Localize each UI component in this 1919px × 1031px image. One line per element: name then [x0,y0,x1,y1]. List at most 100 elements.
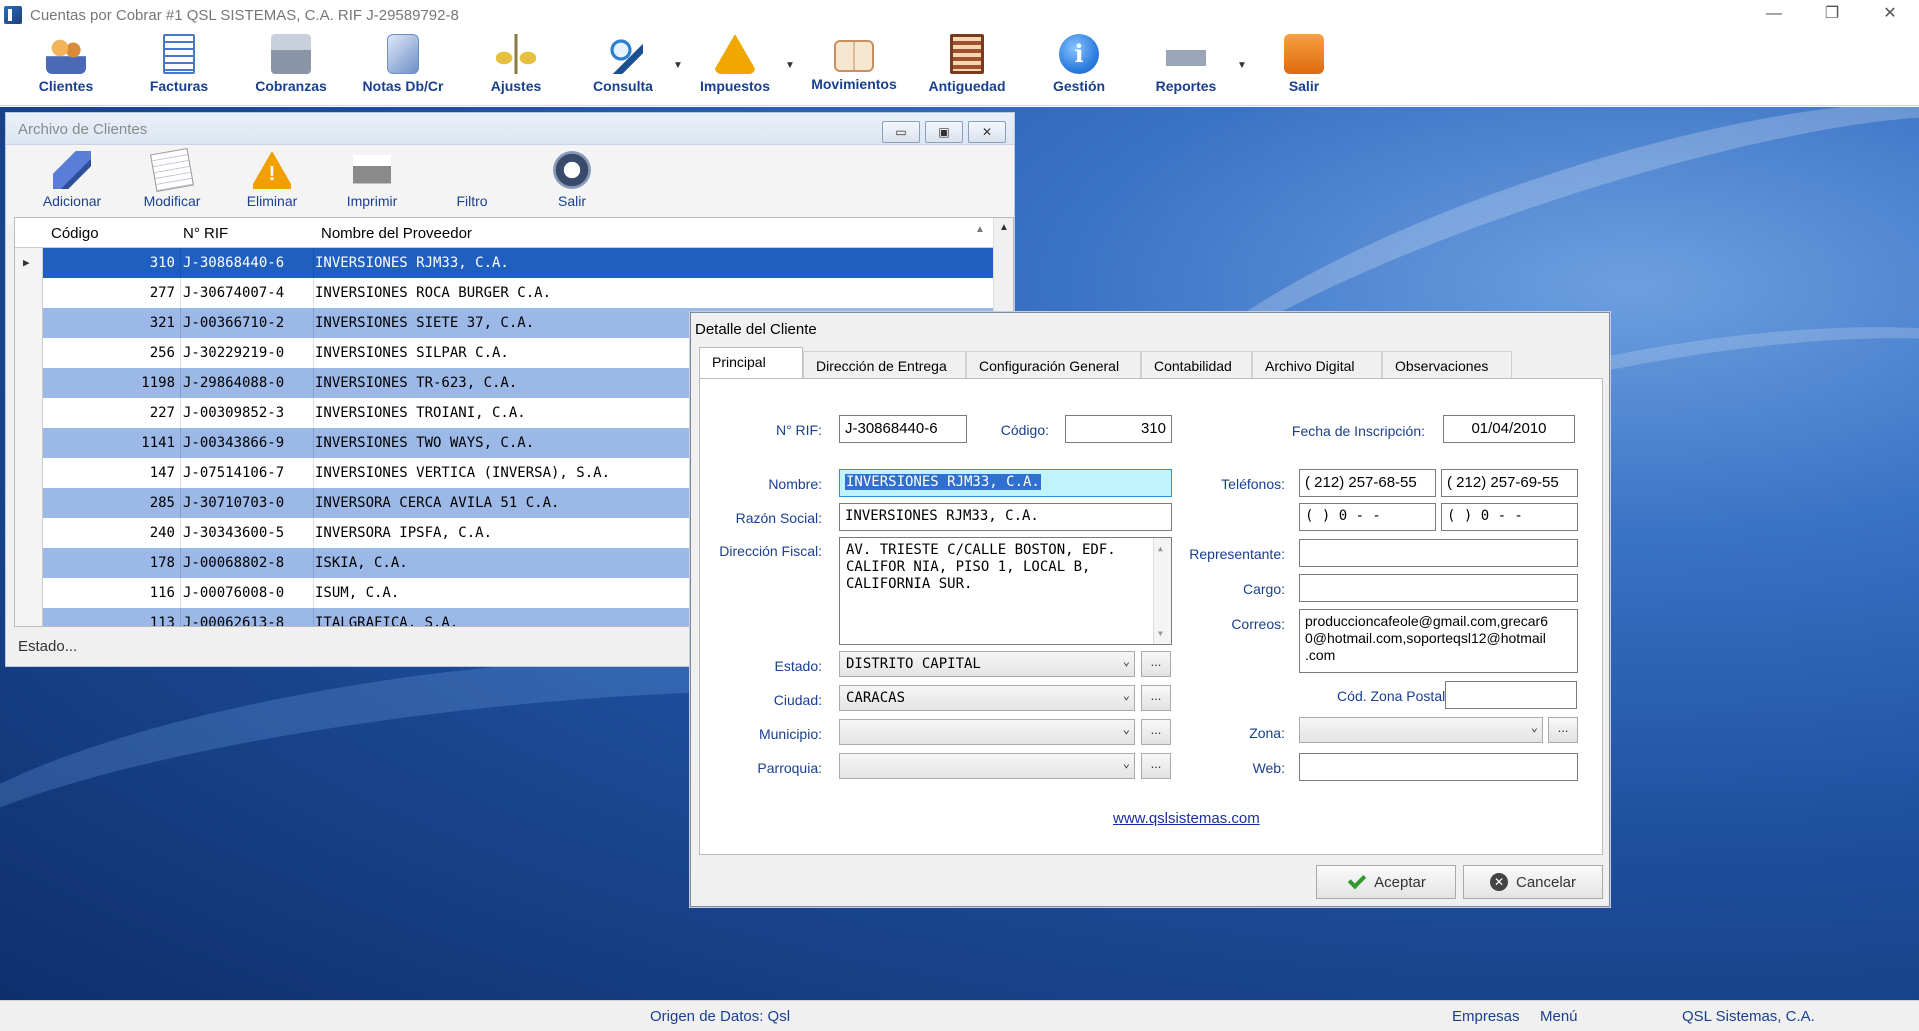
row-indicator[interactable] [15,428,43,458]
row-indicator[interactable] [15,278,43,308]
cargo-field[interactable] [1299,574,1578,602]
consulta-dropdown-arrow[interactable]: ▼ [673,60,683,71]
toolbar-reportes-button[interactable]: Reportes [1136,34,1236,100]
reportes-dropdown-arrow[interactable]: ▼ [1237,60,1247,71]
row-indicator[interactable]: ▶ [15,248,43,278]
municipio-select[interactable]: ⌄ [839,719,1135,745]
telefono-1-field[interactable]: ( 212) 257-68-55 [1299,469,1436,497]
cell-codigo: 227 [149,405,175,421]
row-indicator[interactable] [15,608,43,626]
scale-icon [496,34,536,74]
column-header-codigo[interactable]: Código [51,225,99,242]
representante-label: Representante: [1189,546,1285,562]
table-row[interactable]: ▶ 310 J-30868440-6 INVERSIONES RJM33, C.A. [15,248,995,278]
zona-lookup-button[interactable]: ... [1548,717,1578,743]
toolbar-clientes-button[interactable]: Clientes [16,34,116,100]
municipio-lookup-button[interactable]: ... [1141,719,1171,745]
website-link[interactable]: www.qslsistemas.com [1113,810,1260,827]
row-indicator[interactable] [15,458,43,488]
toolbar-facturas-button[interactable]: Facturas [129,34,229,100]
razon-social-field[interactable]: INVERSIONES RJM33, C.A. [839,503,1172,531]
parroquia-select[interactable]: ⌄ [839,753,1135,779]
tab-configuracion-general[interactable]: Configuración General [966,351,1141,379]
cancelar-button[interactable]: ✕ Cancelar [1463,865,1603,899]
imprimir-button[interactable]: Imprimir [332,151,412,209]
filtro-button[interactable]: Filtro [432,151,512,209]
zona-select[interactable]: ⌄ [1299,717,1543,743]
row-indicator[interactable] [15,518,43,548]
row-indicator[interactable] [15,548,43,578]
cell-rif: J-30229219-0 [183,345,285,361]
toolbar-notas-button[interactable]: Notas Db/Cr [353,34,453,100]
correos-field[interactable]: produccioncafeole@gmail.com,grecar6 0@ho… [1299,609,1578,673]
estado-label: Estado: [774,658,822,674]
tab-observaciones[interactable]: Observaciones [1382,351,1512,379]
codigo-field[interactable]: 310 [1065,415,1172,443]
toolbar-consulta-button[interactable]: Consulta [573,34,673,100]
adicionar-button[interactable]: Adicionar [32,151,112,209]
row-indicator[interactable] [15,398,43,428]
toolbar-gestion-button[interactable]: i Gestión [1029,34,1129,100]
fecha-inscripcion-field[interactable]: 01/04/2010 [1443,415,1575,443]
toolbar-cobranzas-button[interactable]: Cobranzas [241,34,341,100]
estado-lookup-button[interactable]: ... [1141,651,1171,677]
codigo-label: Código: [1000,422,1049,438]
close-button[interactable]: ✕ [1861,0,1919,30]
invoice-icon [163,34,195,74]
row-indicator[interactable] [15,308,43,338]
restore-button[interactable]: ❐ [1803,0,1861,30]
row-indicator[interactable] [15,368,43,398]
clients-salir-button[interactable]: Salir [532,151,612,209]
row-indicator[interactable] [15,488,43,518]
rif-field[interactable]: J-30868440-6 [839,415,967,443]
razon-social-label: Razón Social: [735,510,822,526]
toolbar-movimientos-button[interactable]: Movimientos [804,34,904,100]
telefono-2-field[interactable]: ( 212) 257-69-55 [1441,469,1578,497]
aceptar-button[interactable]: Aceptar [1316,865,1456,899]
company-name: QSL Sistemas, C.A. [1682,1008,1815,1025]
telefono-3-field[interactable]: ( ) 0 - - [1299,503,1436,531]
minimize-button[interactable]: — [1745,0,1803,30]
empresas-link[interactable]: Empresas [1452,1008,1520,1025]
web-field[interactable] [1299,753,1578,781]
direccion-scrollbar[interactable] [1153,538,1171,644]
column-header-rif[interactable]: N° RIF [183,225,228,242]
cancel-icon: ✕ [1489,873,1508,891]
clients-close-button[interactable]: ✕ [968,121,1006,143]
telefono-4-field[interactable]: ( ) 0 - - [1441,503,1578,531]
direccion-fiscal-field[interactable]: AV. TRIESTE C/CALLE BOSTON, EDF. CALIFOR… [839,537,1172,645]
info-icon: i [1059,34,1099,74]
toolbar-antiguedad-button[interactable]: Antiguedad [917,34,1017,100]
toolbar-ajustes-button[interactable]: Ajustes [466,34,566,100]
cell-rif: J-00309852-3 [183,405,285,421]
ciudad-select[interactable]: CARACAS ⌄ [839,685,1135,711]
nombre-field[interactable]: INVERSIONES RJM33, C.A. [839,469,1172,497]
impuestos-dropdown-arrow[interactable]: ▼ [785,60,795,71]
zona-postal-label: Cód. Zona Postal : [1337,688,1453,704]
funnel-icon [453,151,491,189]
tab-archivo-digital[interactable]: Archivo Digital [1252,351,1382,379]
ciudad-lookup-button[interactable]: ... [1141,685,1171,711]
column-header-nombre[interactable]: Nombre del Proveedor [321,225,472,242]
row-indicator[interactable] [15,578,43,608]
zona-postal-field[interactable] [1445,681,1577,709]
tab-contabilidad[interactable]: Contabilidad [1141,351,1252,379]
representante-field[interactable] [1299,539,1578,567]
cell-codigo: 1198 [141,375,175,391]
data-source-text: Origen de Datos: Qsl [650,1008,791,1025]
tab-direccion-entrega[interactable]: Dirección de Entrega [803,351,966,379]
scroll-up-icon[interactable]: ▲ [999,222,1009,233]
toolbar-impuestos-button[interactable]: Impuestos [685,34,785,100]
menu-link[interactable]: Menú [1540,1008,1578,1025]
estado-select[interactable]: DISTRITO CAPITAL ⌄ [839,651,1135,677]
modificar-button[interactable]: Modificar [132,147,212,209]
eliminar-button[interactable]: ! Eliminar [232,151,312,209]
parroquia-lookup-button[interactable]: ... [1141,753,1171,779]
clients-minimize-button[interactable]: ▭ [882,121,920,143]
toolbar-salir-button[interactable]: Salir [1254,34,1354,100]
clients-maximize-button[interactable]: ▣ [925,121,963,143]
table-row[interactable]: 277 J-30674007-4 INVERSIONES ROCA BURGER C… [15,278,995,308]
cell-rif: J-30674007-4 [183,285,285,301]
row-indicator[interactable] [15,338,43,368]
tab-principal[interactable]: Principal [699,347,803,379]
